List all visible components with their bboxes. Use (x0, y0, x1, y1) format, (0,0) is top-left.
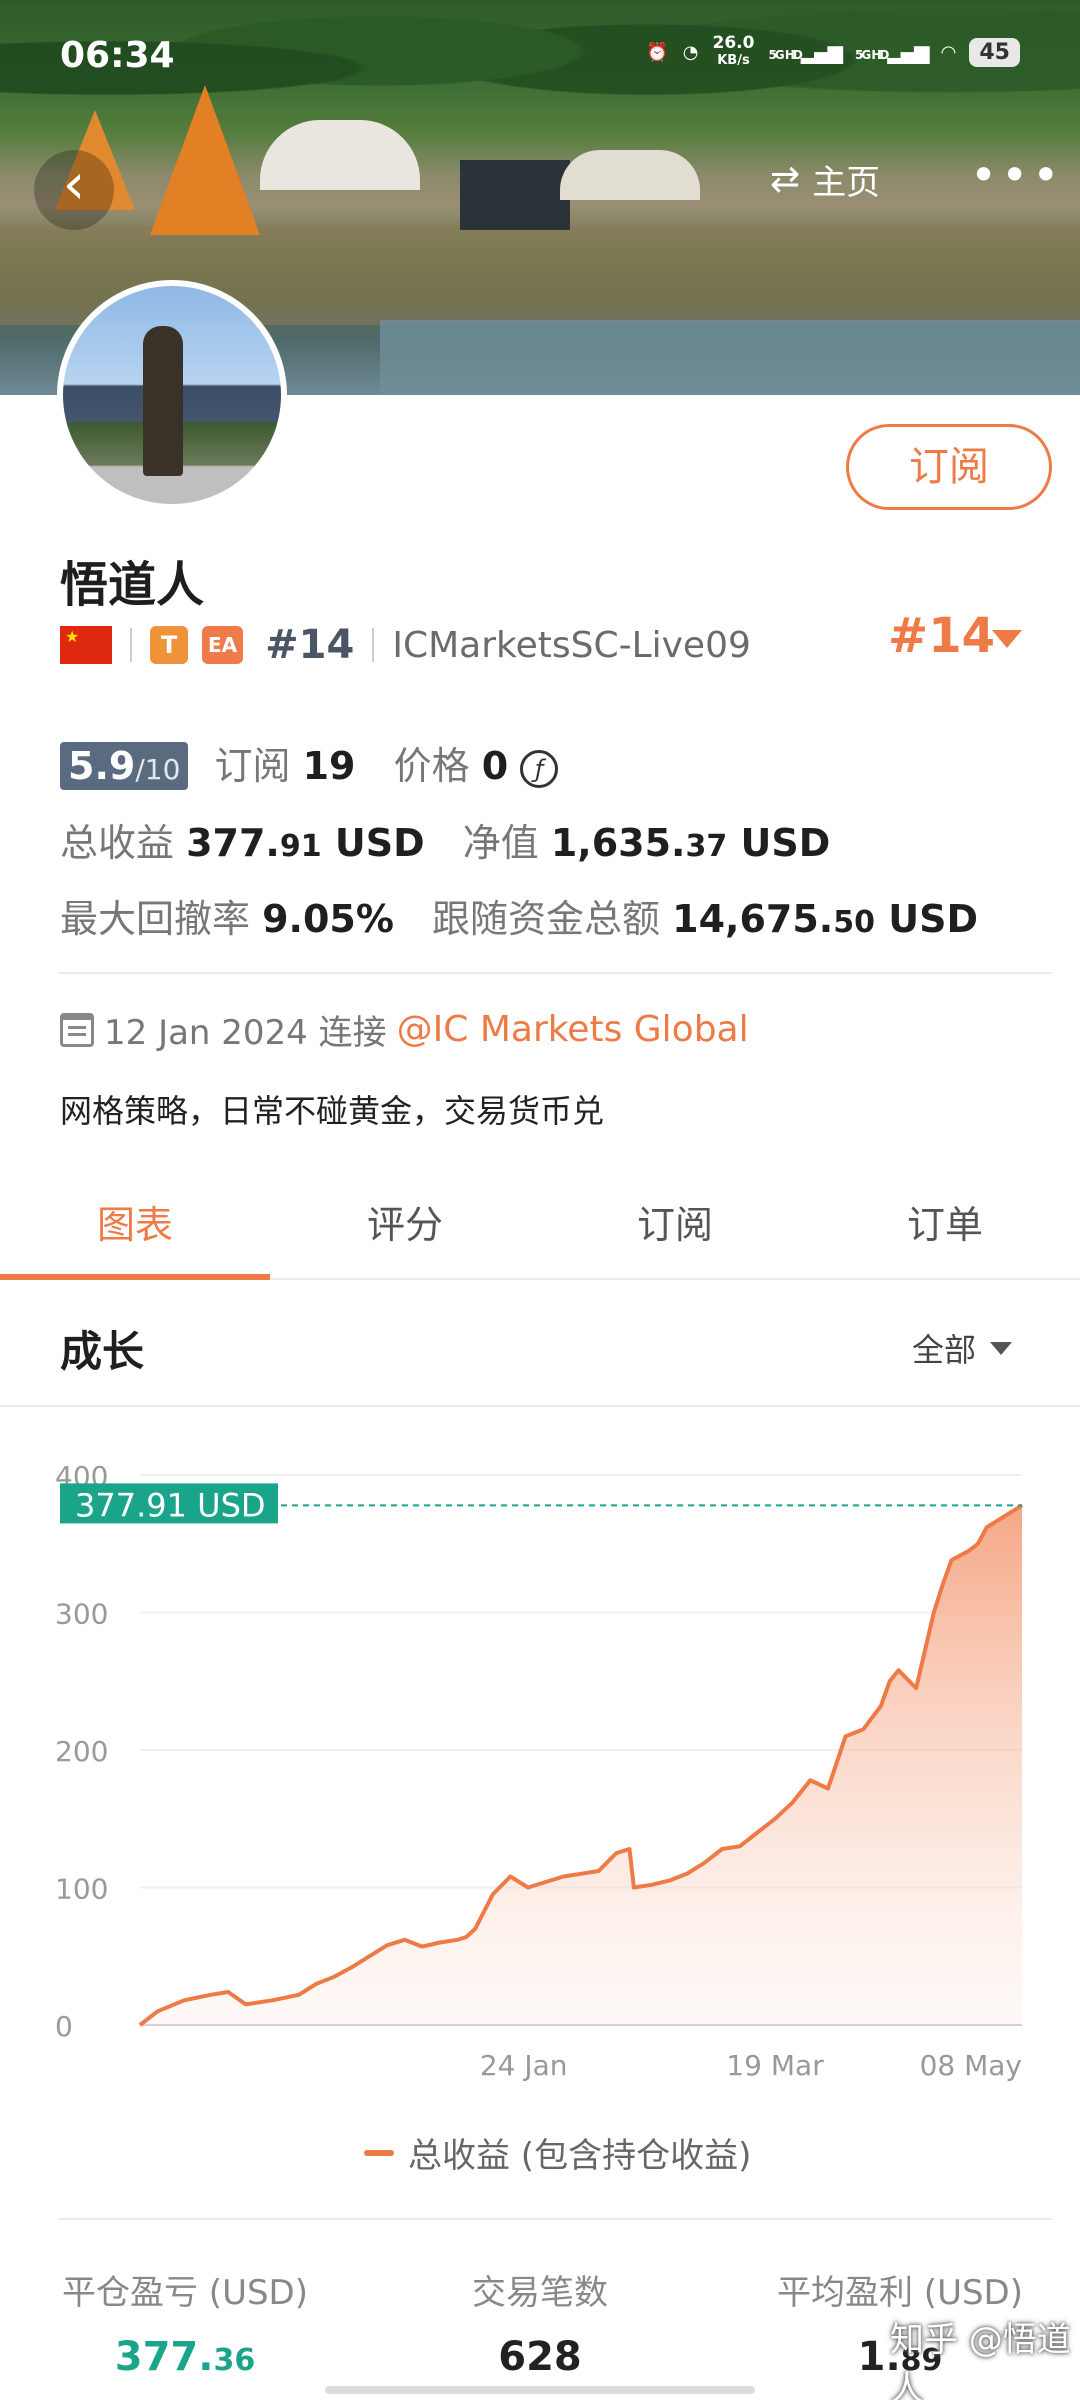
status-icons: ⏰ ◔ 26.0 KB/s 5G HD▂▄▆ 5G HD▂▄▆ ◠ 45 (646, 34, 1020, 70)
connect-line: 12 Jan 2024 连接 @IC Markets Global (60, 1005, 749, 1054)
growth-title: 成长 (60, 1327, 145, 1376)
y-tick-label: 0 (55, 2010, 73, 2043)
drawdown-label: 最大回撤率 (60, 897, 251, 941)
speed-icon: ◔ (682, 41, 699, 63)
follow-value: 14,675.50 USD (672, 897, 978, 941)
badge-ea: EA (202, 626, 244, 664)
rank-dropdown[interactable]: #14 (888, 608, 995, 664)
legend-label: 总收益 (包含持仓收益) (408, 2136, 752, 2176)
x-tick-label: 08 May (920, 2049, 1022, 2082)
sim1-signal-icon: 5G HD▂▄▆ (768, 40, 843, 64)
drawdown-line: 最大回撤率 9.05% 跟随资金总额 14,675.50 USD (60, 888, 978, 943)
avatar[interactable] (57, 280, 287, 510)
status-bar: 06:34 ⏰ ◔ 26.0 KB/s 5G HD▂▄▆ 5G HD▂▄▆ ◠ … (0, 0, 1080, 110)
subs-label: 订阅 (214, 744, 291, 788)
connect-date: 12 Jan 2024 连接 (104, 1013, 387, 1053)
profile-name: 悟道人 (60, 557, 205, 613)
home-label: 主页 (812, 163, 881, 203)
y-tick-label: 200 (55, 1735, 108, 1768)
more-button[interactable]: ••• (970, 152, 1063, 198)
swap-icon: ⇄ (770, 159, 801, 200)
price-value: 0 (481, 744, 509, 788)
avg-profit-label: 平均盈利 (USD) (777, 2273, 1023, 2313)
battery-indicator: 45 (969, 37, 1020, 67)
price-label: 价格 (393, 744, 470, 788)
rank-label: #14 (265, 622, 355, 668)
chart-legend: 总收益 (包含持仓收益) (364, 2128, 751, 2177)
closed-pl-value: 377.36 (114, 2334, 256, 2380)
watermark: 知乎 @悟道人 (890, 2320, 1071, 2400)
growth-area (140, 1505, 1022, 2025)
tab-subscribe[interactable]: 订阅 (540, 1185, 810, 1278)
chevron-left-icon: ‹ (62, 152, 86, 217)
net-value: 1,635.37 USD (550, 821, 831, 865)
badge-t: T (150, 626, 188, 664)
closed-pl-label: 平仓盈亏 (USD) (62, 2273, 308, 2313)
follow-label: 跟随资金总额 (432, 897, 661, 941)
legend-swatch (364, 2149, 394, 2156)
alarm-icon: ⏰ (646, 41, 669, 63)
caret-down-icon (990, 1341, 1013, 1355)
caret-down-icon[interactable] (992, 630, 1022, 648)
broker-link[interactable]: @IC Markets Global (397, 1009, 749, 1050)
status-time: 06:34 (60, 35, 175, 76)
tab-orders[interactable]: 订单 (810, 1185, 1080, 1278)
trades-stat: 交易笔数 628 (440, 2265, 640, 2380)
china-flag-icon (60, 626, 112, 664)
gesture-bar[interactable] (325, 2386, 755, 2394)
subs-value: 19 (302, 744, 356, 788)
account-server: ICMarketsSC-Live09 (392, 624, 751, 666)
net-label: 净值 (462, 821, 539, 865)
growth-chart[interactable]: 0100200300400 24 Jan 19 Mar 08 May 377.91 … (0, 1440, 1080, 2100)
sim2-signal-icon: 5G HD▂▄▆ (854, 40, 930, 64)
range-label: 全部 (912, 1331, 977, 1369)
total-profit-value: 377.91 USD (186, 821, 425, 865)
y-tick-label: 100 (55, 1873, 108, 1906)
range-dropdown[interactable]: 全部 (912, 1325, 1013, 1371)
score-line: 5.9/10 订阅 19 价格 0 ƒ (60, 735, 559, 790)
wifi-icon: ◠ (941, 41, 956, 63)
trades-value: 628 (498, 2334, 582, 2380)
y-tick-label: 300 (55, 1598, 108, 1631)
tag-row: T EA #14 ICMarketsSC-Live09 (60, 620, 751, 670)
tab-chart[interactable]: 图表 (0, 1185, 270, 1280)
profile-description: 网格策略，日常不碰黄金，交易货币兑 (60, 1092, 605, 1130)
x-tick-label: 19 Mar (726, 2049, 824, 2082)
home-button[interactable]: ⇄ 主页 (770, 155, 880, 204)
closed-pl-stat: 平仓盈亏 (USD) 377.36 (55, 2265, 315, 2380)
more-dots-icon: ••• (970, 148, 1064, 202)
current-value-label: 377.91 USD (75, 1486, 266, 1524)
back-button[interactable]: ‹ (34, 150, 114, 230)
subscribe-button[interactable]: 订阅 (846, 424, 1052, 510)
profit-line: 总收益 377.91 USD 净值 1,635.37 USD (60, 812, 830, 867)
trades-label: 交易笔数 (472, 2273, 608, 2313)
score-badge: 5.9/10 (60, 742, 189, 790)
total-profit-label: 总收益 (60, 821, 175, 865)
calendar-icon (60, 1012, 94, 1047)
x-tick-label: 24 Jan (480, 2049, 568, 2082)
network-speed: 26.0 KB/s (712, 33, 755, 68)
tab-bar: 图表 评分 订阅 订单 (0, 1185, 1080, 1280)
tab-rating[interactable]: 评分 (270, 1185, 540, 1278)
drawdown-value: 9.05% (262, 897, 394, 941)
coin-icon: ƒ (520, 750, 559, 788)
